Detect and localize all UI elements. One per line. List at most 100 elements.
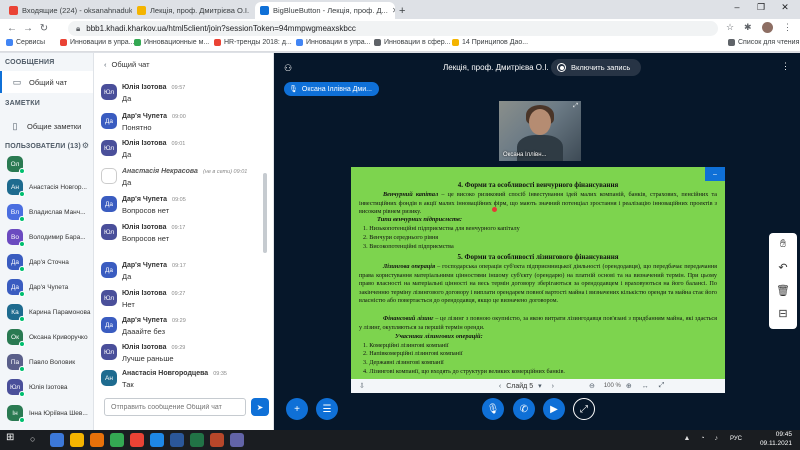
user-list-toggle-icon[interactable]: ⚇ [284, 63, 292, 74]
new-tab-button[interactable]: + [399, 2, 413, 19]
chevron-left-icon[interactable]: ‹ [499, 383, 501, 390]
user-item[interactable]: Па Павло Воловик [0, 351, 93, 373]
taskbar-app-icon[interactable] [150, 433, 164, 447]
taskbar-app-icon[interactable] [210, 433, 224, 447]
forward-icon[interactable]: → [20, 23, 36, 34]
zoom-out-icon[interactable]: ⊖ [589, 382, 595, 390]
slide-list-item: 3. Високопотенційні підприємства [363, 243, 454, 250]
chevron-left-icon[interactable]: ‹ [104, 60, 107, 69]
zoom-in-icon[interactable]: ⊕ [626, 382, 632, 390]
tab-title: Лекція, проф. Дмитрієва О.І. [150, 6, 250, 15]
avatar: Ан [7, 179, 25, 197]
search-icon[interactable]: ○ [30, 434, 35, 444]
browser-tab-gmail[interactable]: Входящие (224) - oksanahnaduk ✕ [4, 2, 132, 19]
avatar-initials: Па [10, 358, 20, 366]
more-options-icon[interactable]: ⋮ [781, 61, 790, 72]
chat-scrollbar[interactable] [263, 173, 267, 253]
phone-button[interactable]: ✆ [513, 398, 535, 420]
extensions-icon[interactable]: ✱ [744, 22, 752, 33]
avatar: Во [7, 229, 25, 247]
multi-user-whiteboard-icon[interactable]: ⊟ [769, 307, 797, 320]
webcam-video[interactable]: Оксана Іллівн... ⤢ [499, 101, 581, 161]
system-tray-icons[interactable]: ▲ ◔ ♪ [683, 435, 722, 442]
microphone-button[interactable]: 🎙︎ [482, 398, 504, 420]
taskbar-app-icon[interactable] [190, 433, 204, 447]
user-item[interactable]: Юл Юлія Ізотова [0, 376, 93, 398]
send-button[interactable]: ➤ [251, 398, 269, 416]
minimize-presentation-button[interactable]: – [705, 167, 725, 181]
maximize-icon[interactable]: ❐ [750, 2, 772, 13]
minimize-icon[interactable]: – [726, 2, 748, 12]
bookmark-label: Сервисы [16, 39, 46, 46]
download-icon[interactable]: ⇩ [359, 382, 365, 390]
fullscreen-icon[interactable]: ⤢ [659, 382, 665, 390]
chat-message: Да Дар'я Чупета 09:29 Дааайте без [94, 314, 272, 340]
user-item[interactable]: Во Володимир Бара... [0, 226, 93, 248]
user-item[interactable]: Да Дар'я Сточна [0, 251, 93, 273]
bookmark-item[interactable]: Инновационные м... [134, 39, 209, 46]
bookmark-item[interactable]: 14 Принципов Дао... [452, 39, 528, 46]
user-item[interactable]: Ка Карина Парамонова [0, 301, 93, 323]
avatar-initials: Юл [103, 348, 115, 356]
taskbar-clock[interactable]: 09:45 09.11.2021 [760, 431, 792, 448]
user-item[interactable]: Ол [0, 153, 93, 175]
actions-plus-button[interactable]: + [286, 398, 308, 420]
gear-icon[interactable]: ⚙ [82, 141, 89, 150]
bookmarks-bar: Сервисы Инновации в упра... Инновационны… [0, 38, 800, 52]
chat-header[interactable]: ‹ Общий чат [94, 53, 273, 75]
taskbar-app-icon[interactable] [110, 433, 124, 447]
language-indicator[interactable]: РУС [730, 436, 742, 442]
taskbar-app-icon[interactable] [50, 433, 64, 447]
profile-avatar[interactable] [762, 22, 773, 33]
talking-indicator[interactable]: 🎙︎ Оксана Іллівна Дми... [284, 82, 379, 96]
browser-tab-lecture-1[interactable]: Лекція, проф. Дмитрієва О.І. ✕ [132, 2, 254, 19]
avatar: Ін [7, 405, 25, 423]
slide-term: Венчурний капітал [383, 191, 439, 198]
polling-list-button[interactable]: ☰ [316, 398, 338, 420]
shared-notes-item[interactable]: ▯ Общие заметки [0, 115, 93, 137]
slide-selector[interactable]: ‹ Слайд 5 ▾ › [494, 382, 559, 391]
menu-icon[interactable]: ⋮ [783, 22, 792, 33]
close-icon[interactable]: ✕ [388, 6, 395, 15]
user-name: Дар'я Чупета [29, 283, 69, 291]
trash-icon[interactable]: 🗑︎ [769, 284, 797, 297]
fit-width-icon[interactable]: ↔ [642, 383, 649, 390]
browser-tab-bbb[interactable]: BigBlueButton - Лекція, проф. Д... ✕ [255, 2, 395, 19]
record-button[interactable]: Включить запись [551, 59, 641, 76]
bookmark-services[interactable]: Сервисы [6, 39, 45, 46]
bookmark-item[interactable]: Инновации в упра... [296, 39, 371, 46]
chevron-right-icon[interactable]: › [552, 383, 554, 390]
user-item[interactable]: Ін Інна Юріївна Шев... [0, 402, 93, 424]
public-chat-item[interactable]: ▭ Общий чат [0, 71, 93, 93]
slide-list-item: 1. Низькопотенційні підприємства для вен… [363, 225, 520, 232]
user-item[interactable]: Вл Владислав Манч... [0, 201, 93, 223]
fullscreen-icon[interactable]: ⤢ [573, 103, 578, 110]
taskbar-app-icon[interactable] [130, 433, 144, 447]
taskbar-app-icon[interactable] [70, 433, 84, 447]
star-icon[interactable]: ☆ [726, 22, 734, 33]
back-icon[interactable]: ← [4, 23, 20, 34]
chat-message-input[interactable] [104, 398, 246, 416]
close-window-icon[interactable]: ✕ [774, 2, 796, 13]
taskbar-app-icon[interactable] [230, 433, 244, 447]
webcam-person-face [529, 109, 551, 135]
taskbar-app-icon[interactable] [90, 433, 104, 447]
reload-icon[interactable]: ↻ [36, 23, 52, 34]
camera-button[interactable]: ▶ [543, 398, 565, 420]
screen-share-button[interactable]: ⤢ [573, 398, 595, 420]
bookmark-item[interactable]: Инновации в упра... [60, 39, 135, 46]
reading-list[interactable]: Список для чтения [728, 39, 799, 46]
undo-icon[interactable]: ↶ [769, 261, 797, 274]
address-bar[interactable]: 🔒︎ bbb1.khadi.kharkov.ua/html5client/joi… [68, 21, 718, 36]
author-name: Юлія Ізотова [122, 290, 167, 297]
windows-start-icon[interactable]: ⊞ [6, 432, 20, 446]
bookmark-item[interactable]: HR-тренды 2018: д... [214, 39, 292, 46]
message-author: Дар'я Чупета 09:17 [122, 262, 186, 269]
hand-icon[interactable]: ✋︎ [769, 238, 797, 251]
author-name: Дар'я Чупета [122, 113, 168, 120]
user-item[interactable]: Ан Анастасія Новгор... [0, 176, 93, 198]
bookmark-item[interactable]: Инновации в сфер... [374, 39, 451, 46]
taskbar-app-icon[interactable] [170, 433, 184, 447]
user-item[interactable]: Да Дар'я Чупета [0, 276, 93, 298]
user-item[interactable]: Ок Оксана Криворучко [0, 326, 93, 348]
